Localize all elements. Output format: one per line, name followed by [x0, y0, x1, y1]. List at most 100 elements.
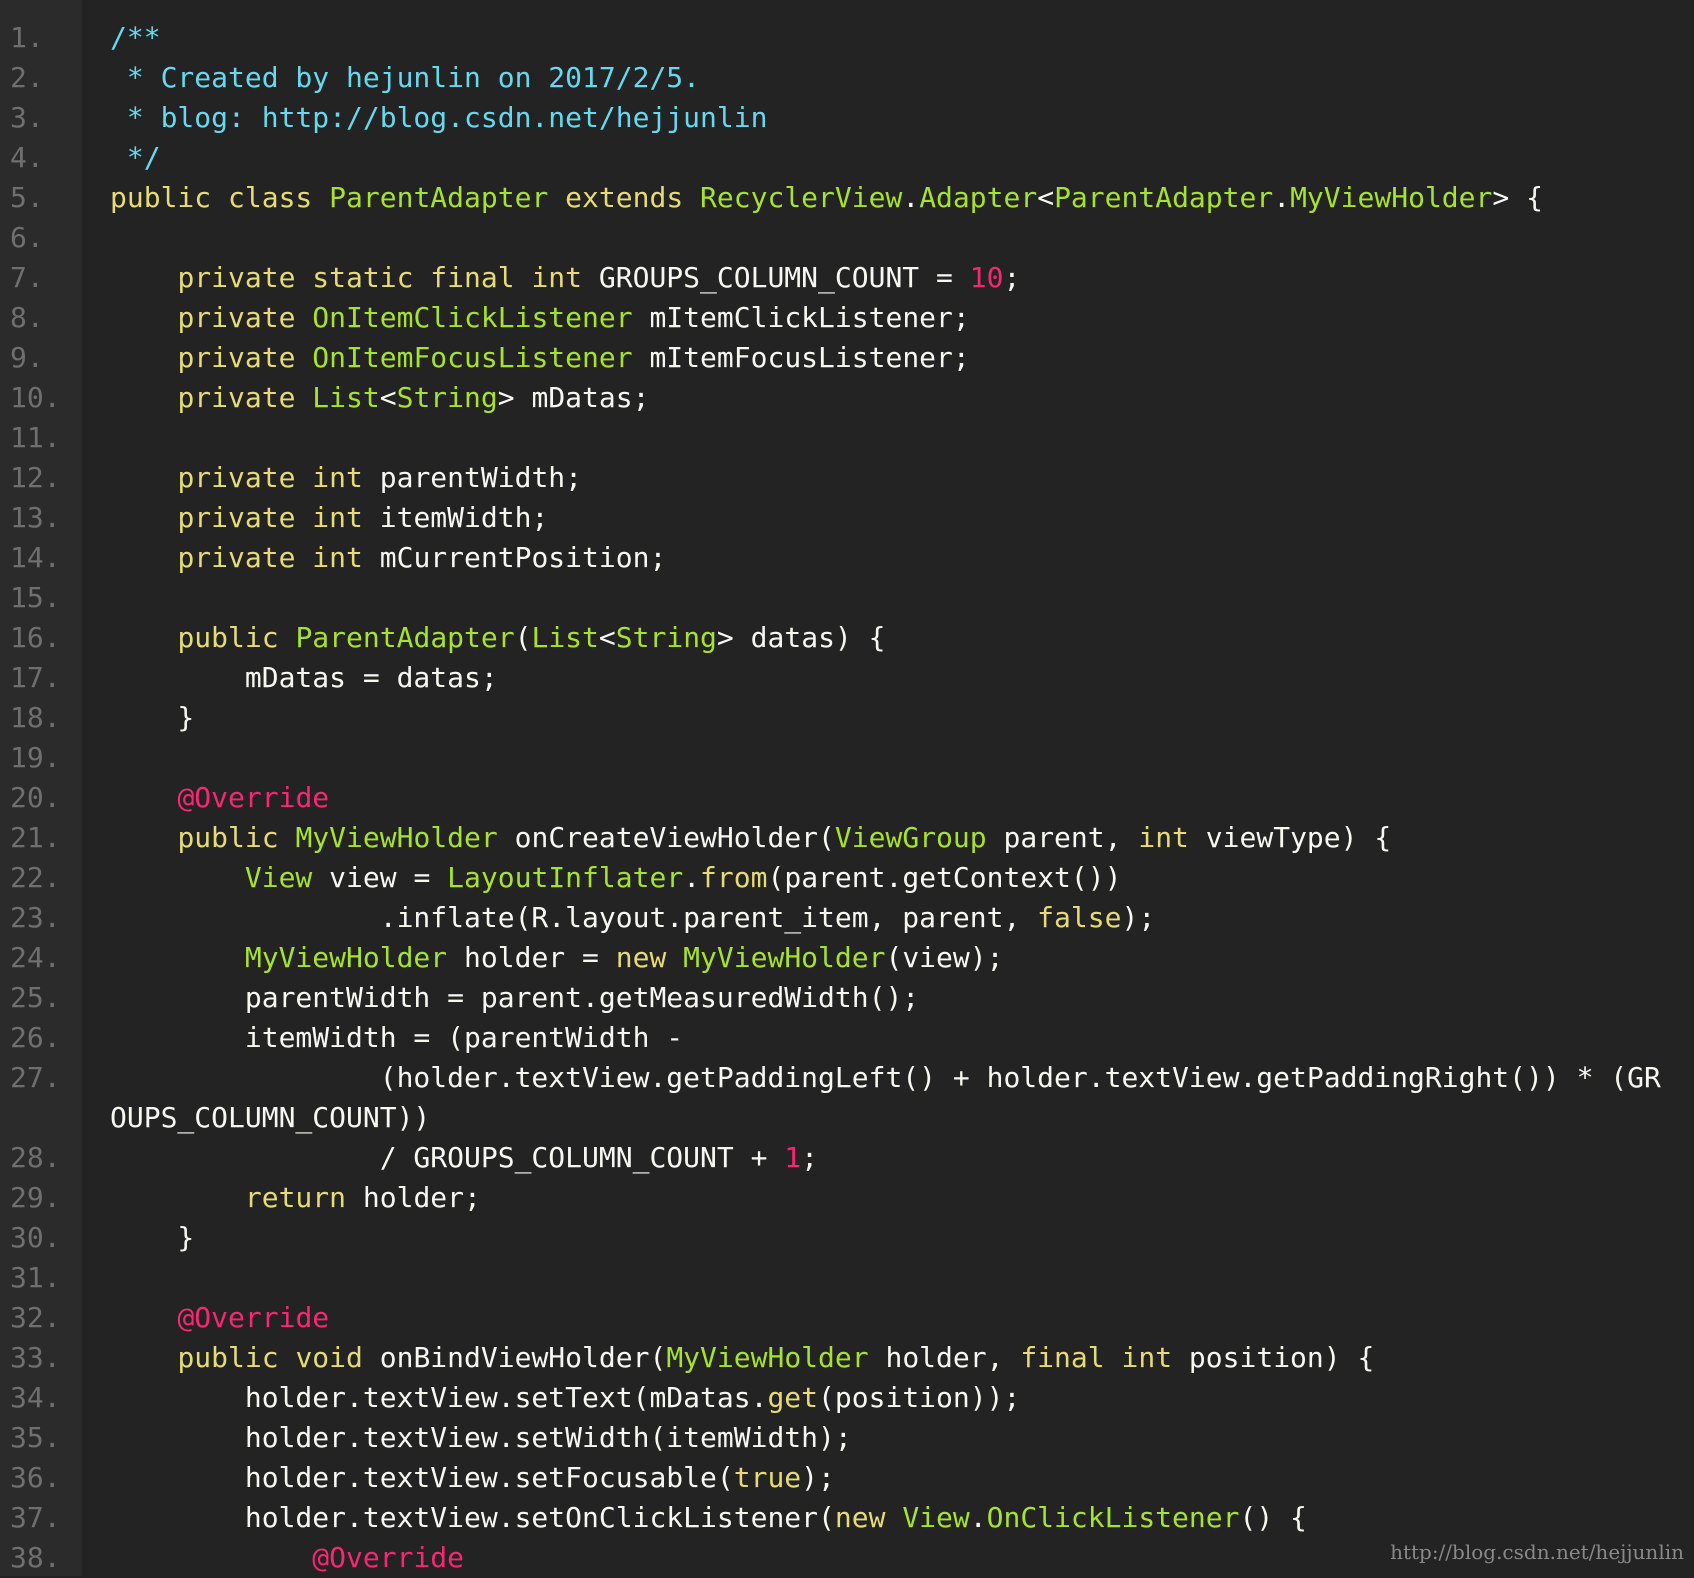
code-token: GROUPS_COLUMN_COUNT =	[598, 261, 970, 294]
code-token: }	[110, 1221, 195, 1254]
line-number: 11.	[10, 421, 61, 454]
code-token: onCreateViewHolder(	[514, 821, 835, 854]
code-token: private int	[177, 501, 380, 534]
line-number: 3.	[10, 101, 44, 134]
code-line[interactable]	[110, 418, 1694, 458]
code-line[interactable]: return holder;	[110, 1178, 1694, 1218]
code-line[interactable]: holder.textView.setText(mDatas.get(posit…	[110, 1378, 1694, 1418]
code-line[interactable]: private static final int GROUPS_COLUMN_C…	[110, 258, 1694, 298]
code-token: public	[177, 821, 296, 854]
line-number: 28.	[10, 1141, 61, 1174]
line-number: 7.	[10, 261, 44, 294]
code-line[interactable]: private List<String> mDatas;	[110, 378, 1694, 418]
code-token: (	[514, 621, 532, 654]
code-token: get	[767, 1381, 819, 1414]
code-token: String	[615, 621, 717, 654]
code-token: List	[312, 381, 380, 414]
code-line[interactable]: private int mCurrentPosition;	[110, 538, 1694, 578]
code-line[interactable]: private OnItemFocusListener mItemFocusLi…	[110, 338, 1694, 378]
code-line[interactable]	[110, 1258, 1694, 1298]
line-number: 27.	[10, 1061, 61, 1094]
code-token: @Override	[312, 1541, 465, 1574]
code-line[interactable]: itemWidth = (parentWidth -	[110, 1018, 1694, 1058]
code-token: private static final int	[177, 261, 599, 294]
code-token: ;	[1003, 261, 1021, 294]
code-line[interactable]: .inflate(R.layout.parent_item, parent, f…	[110, 898, 1694, 938]
code-line[interactable]: / GROUPS_COLUMN_COUNT + 1;	[110, 1138, 1694, 1178]
code-token: OnClickListener	[986, 1501, 1240, 1534]
line-number: 4.	[10, 141, 44, 174]
code-line[interactable]: */	[110, 138, 1694, 178]
code-line[interactable]: @Override	[110, 1298, 1694, 1338]
code-line[interactable]: holder.textView.setFocusable(true);	[110, 1458, 1694, 1498]
code-line[interactable]	[110, 578, 1694, 618]
code-line[interactable]: holder.textView.setOnClickListener(new V…	[110, 1498, 1694, 1538]
code-editor: 1. 2. 3. 4. 5. 6. 7. 8. 9. 10. 11. 12. 13. 14. 15. 16. 1…	[0, 0, 1694, 1576]
code-line[interactable]: private int parentWidth;	[110, 458, 1694, 498]
code-line[interactable]: View view = LayoutInflater.from(parent.g…	[110, 858, 1694, 898]
code-line[interactable]: }	[110, 698, 1694, 738]
code-token: private int	[177, 461, 380, 494]
line-number: 22.	[10, 861, 61, 894]
code-line[interactable]: private OnItemClickListener mItemClickLi…	[110, 298, 1694, 338]
code-token: holder.textView.setOnClickListener(	[110, 1501, 835, 1534]
code-token: parentWidth = parent.getMeasuredWidth();	[110, 981, 920, 1014]
code-token: onBindViewHolder(	[379, 1341, 667, 1374]
line-number: 17.	[10, 661, 61, 694]
code-token: mCurrentPosition;	[379, 541, 667, 574]
code-token: viewType) {	[1205, 821, 1392, 854]
code-token: public	[177, 621, 296, 654]
code-line[interactable]: public MyViewHolder onCreateViewHolder(V…	[110, 818, 1694, 858]
code-token: new	[615, 941, 684, 974]
code-line[interactable]: public class ParentAdapter extends Recyc…	[110, 178, 1694, 218]
line-number: 30.	[10, 1221, 61, 1254]
code-token: @Override	[177, 1301, 330, 1334]
code-token: holder.textView.setText(mDatas.	[110, 1381, 768, 1414]
code-line[interactable]: MyViewHolder holder = new MyViewHolder(v…	[110, 938, 1694, 978]
code-line[interactable]: mDatas = datas;	[110, 658, 1694, 698]
code-token: (holder.textView.getPaddingLeft() + hold…	[110, 1061, 1661, 1094]
line-number: 6.	[10, 221, 44, 254]
line-number: 34.	[10, 1381, 61, 1414]
code-token: Adapter	[919, 181, 1038, 214]
line-number: 10.	[10, 381, 61, 414]
line-number-gutter: 1. 2. 3. 4. 5. 6. 7. 8. 9. 10. 11. 12. 13. 14. 15. 16. 1…	[0, 0, 82, 1576]
code-line[interactable]	[110, 738, 1694, 778]
code-token: RecyclerView	[700, 181, 903, 214]
code-area[interactable]: /** * Created by hejunlin on 2017/2/5. *…	[82, 0, 1694, 1576]
code-line[interactable]: parentWidth = parent.getMeasuredWidth();	[110, 978, 1694, 1018]
code-line[interactable]: * Created by hejunlin on 2017/2/5.	[110, 58, 1694, 98]
line-number: 21.	[10, 821, 61, 854]
code-line[interactable]: OUPS_COLUMN_COUNT))	[110, 1098, 1694, 1138]
code-line[interactable]: /**	[110, 18, 1694, 58]
code-line[interactable]: @Override	[110, 778, 1694, 818]
code-token: holder.textView.setWidth(itemWidth);	[110, 1421, 852, 1454]
code-token: (parent.getContext())	[767, 861, 1122, 894]
code-token: mItemFocusListener;	[649, 341, 970, 374]
code-token: holder =	[464, 941, 616, 974]
code-line[interactable]: public ParentAdapter(List<String> datas)…	[110, 618, 1694, 658]
code-line[interactable]: public void onBindViewHolder(MyViewHolde…	[110, 1338, 1694, 1378]
line-number	[0, 1098, 82, 1138]
code-line[interactable]: holder.textView.setWidth(itemWidth);	[110, 1418, 1694, 1458]
code-token: parent,	[1003, 821, 1139, 854]
code-line[interactable]: (holder.textView.getPaddingLeft() + hold…	[110, 1058, 1694, 1098]
code-token: );	[1121, 901, 1156, 934]
line-number: 12.	[10, 461, 61, 494]
code-token: / GROUPS_COLUMN_COUNT +	[110, 1141, 785, 1174]
code-line[interactable]	[110, 218, 1694, 258]
code-line[interactable]: * blog: http://blog.csdn.net/hejjunlin	[110, 98, 1694, 138]
code-line[interactable]: private int itemWidth;	[110, 498, 1694, 538]
code-token: parentWidth;	[379, 461, 583, 494]
line-number: 38.	[10, 1541, 61, 1574]
code-line[interactable]: }	[110, 1218, 1694, 1258]
code-token: extends	[565, 181, 701, 214]
code-token: String	[396, 381, 498, 414]
